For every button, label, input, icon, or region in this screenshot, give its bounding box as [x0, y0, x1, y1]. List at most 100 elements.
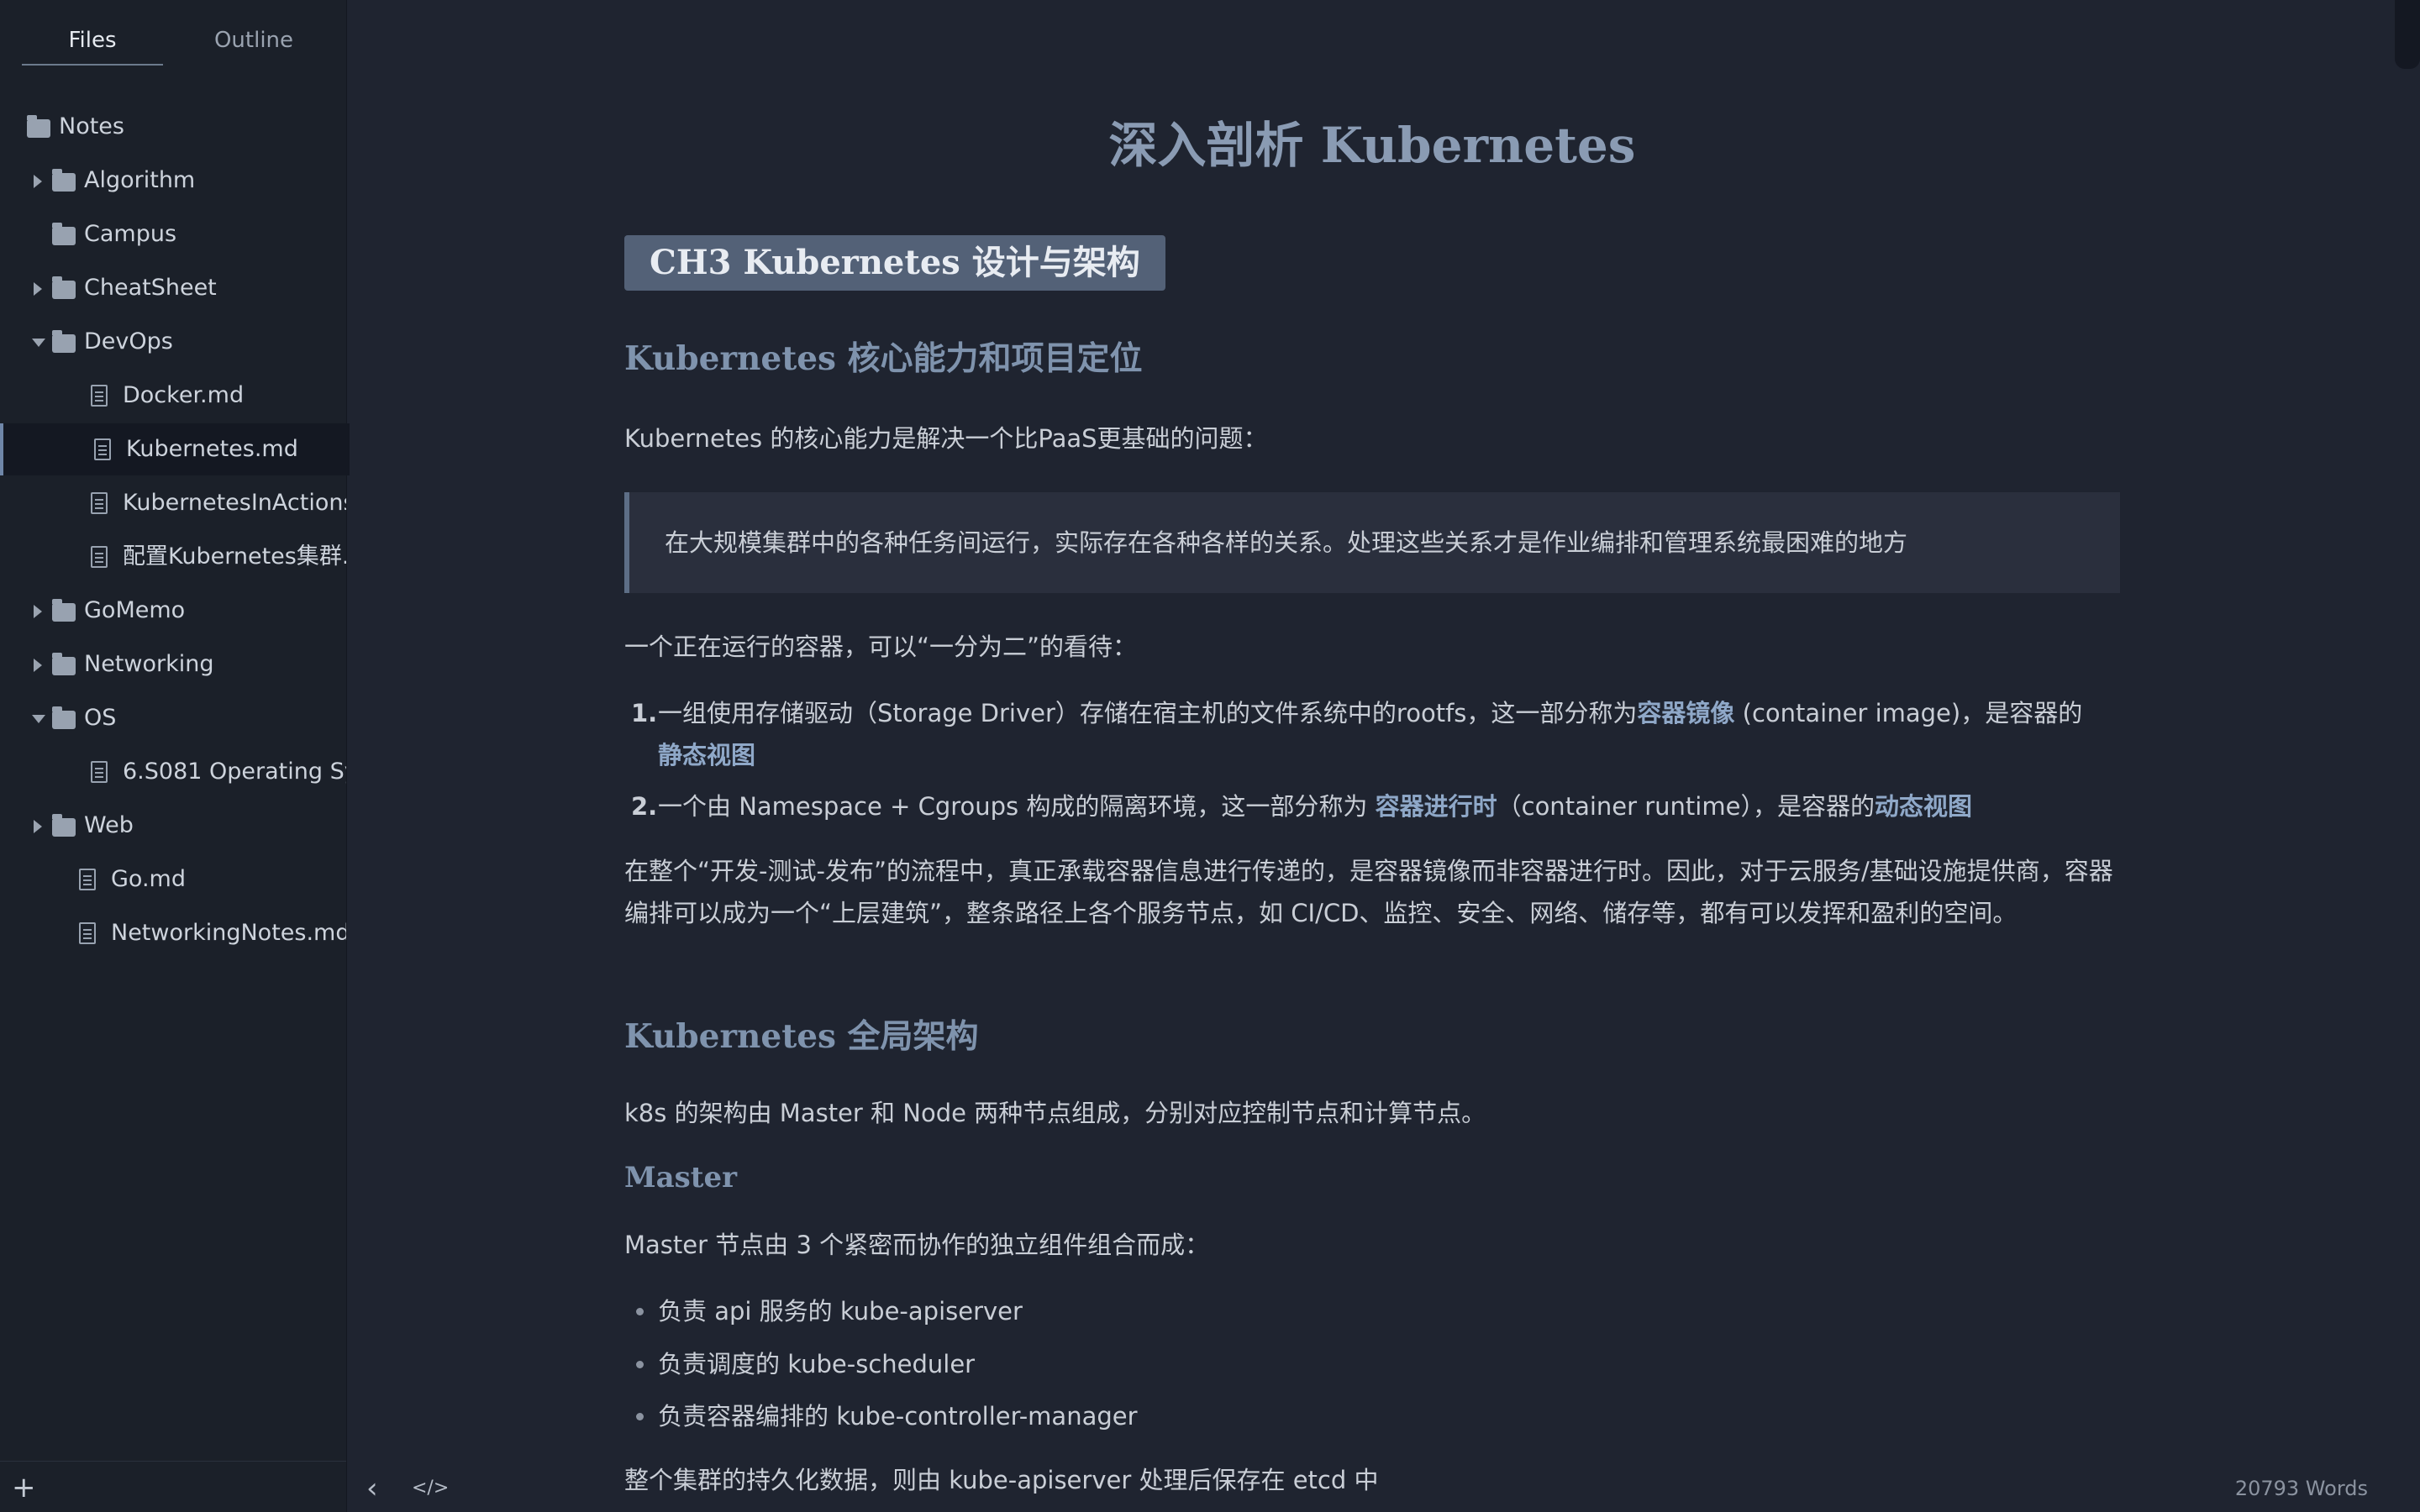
- list-item-text: 一个由 Namespace + Cgroups 构成的隔离环境，这一部分称为 容…: [658, 785, 2120, 827]
- heading-arch: Kubernetes 全局架构: [624, 1017, 979, 1056]
- highlight-dynamic-view: 动态视图: [1874, 792, 1972, 821]
- folder-item[interactable]: CheatSheet: [0, 262, 346, 314]
- file-icon: [91, 761, 108, 783]
- editor[interactable]: 深入剖析 Kubernetes CH3 Kubernetes 设计与架构 Kub…: [347, 0, 2420, 1512]
- tree-item-label: KubernetesInActions.md: [123, 490, 346, 516]
- paragraph-flow: 在整个“开发-测试-发布”的流程中，真正承载容器信息进行传递的，是容器镜像而非容…: [624, 857, 2113, 927]
- folder-item[interactable]: GoMemo: [0, 585, 346, 637]
- heading-ch3: CH3 Kubernetes 设计与架构: [624, 235, 1165, 291]
- list-item-text: 负责容器编排的 kube-controller-manager: [658, 1402, 1138, 1431]
- folder-icon: [52, 706, 76, 729]
- file-item[interactable]: Kubernetes.md: [0, 423, 350, 475]
- document-title: 深入剖析 Kubernetes: [1108, 117, 1636, 174]
- sidebar-footer: +: [0, 1461, 346, 1512]
- folder-icon: [52, 653, 76, 675]
- bullet: [636, 1308, 644, 1315]
- tree-item-label: Docker.md: [123, 382, 245, 408]
- tree-item-label: CheatSheet: [84, 275, 217, 301]
- list-item-text: 一组使用存储驱动（Storage Driver）存储在宿主机的文件系统中的roo…: [658, 692, 2120, 776]
- list-item-text: 负责调度的 kube-scheduler: [658, 1350, 976, 1378]
- file-item[interactable]: 配置Kubernetes集群.md: [0, 531, 346, 583]
- list-number: 1.: [631, 699, 658, 727]
- file-item[interactable]: NetworkingNotes.md: [0, 907, 346, 959]
- tree-item-label: Networking: [84, 651, 214, 677]
- folder-item[interactable]: OS: [0, 692, 346, 744]
- blockquote: 在大规模集群中的各种任务间运行，实际存在各种各样的关系。处理这些关系才是作业编排…: [624, 492, 2120, 593]
- folder-icon: [52, 169, 76, 192]
- word-count[interactable]: 20793 Words: [2235, 1473, 2368, 1504]
- tree-item-label: 配置Kubernetes集群.md: [123, 543, 346, 570]
- file-icon: [91, 492, 108, 514]
- list-item: 负责容器编排的 kube-controller-manager: [624, 1395, 1138, 1437]
- paragraph-etcd: 整个集群的持久化数据，则由 kube-apiserver 处理后保存在 etcd…: [624, 1466, 1379, 1494]
- folder-item[interactable]: DevOps: [0, 316, 346, 368]
- folder-icon: [52, 330, 76, 353]
- highlight-static-view: 静态视图: [658, 741, 756, 769]
- tree-item-label: GoMemo: [84, 597, 186, 623]
- file-item[interactable]: KubernetesInActions.md: [0, 477, 346, 529]
- paragraph-arch: k8s 的架构由 Master 和 Node 两种节点组成，分别对应控制节点和计…: [624, 1099, 1486, 1127]
- chevron-right-icon[interactable]: [34, 820, 42, 833]
- folder-icon: [52, 814, 76, 837]
- sidebar: Files Outline Notes Algorithm Campus CheatS…: [0, 0, 350, 1512]
- tree-item-label: Go.md: [111, 866, 186, 892]
- list-item-text-pre: 一个由 Namespace + Cgroups 构成的隔离环境，这一部分称为: [658, 792, 1376, 821]
- list-item-text-mid: （container runtime），是容器的: [1497, 792, 1875, 821]
- folder-item[interactable]: Campus: [0, 208, 346, 260]
- file-item[interactable]: Go.md: [0, 853, 346, 906]
- tree-item-label: Web: [84, 812, 134, 838]
- paragraph-container: 一个正在运行的容器，可以“一分为二”的看待：: [624, 633, 1138, 661]
- sidebar-tabs: Files Outline: [0, 0, 346, 67]
- file-icon: [79, 922, 96, 944]
- file-item[interactable]: 6.S081 Operating System: [0, 746, 346, 798]
- heading-master: Master: [624, 1161, 738, 1194]
- list-item-text: 负责 api 服务的 kube-apiserver: [658, 1297, 1023, 1326]
- paragraph-master: Master 节点由 3 个紧密而协作的独立组件组合而成：: [624, 1231, 1210, 1259]
- folder-icon: [52, 276, 76, 299]
- list-item: 负责 api 服务的 kube-apiserver: [624, 1290, 1023, 1332]
- tree-item-label: Campus: [84, 221, 177, 247]
- folder-item[interactable]: Web: [0, 800, 346, 852]
- folder-item[interactable]: Networking: [0, 638, 346, 690]
- chevron-right-icon[interactable]: [34, 659, 42, 672]
- file-icon: [91, 546, 108, 568]
- tree-item-label: NetworkingNotes.md: [111, 920, 346, 946]
- folder-icon: [27, 115, 50, 138]
- chevron-left-icon[interactable]: ‹: [366, 1472, 378, 1505]
- highlight-container-image: 容器镜像: [1637, 699, 1735, 727]
- tree-item-label: DevOps: [84, 328, 173, 354]
- code-icon[interactable]: </>: [412, 1472, 449, 1505]
- list-item-text-mid: (container image)，是容器的: [1734, 699, 2083, 727]
- file-icon: [91, 385, 108, 407]
- list-number: 2.: [631, 792, 658, 821]
- folder-item[interactable]: Notes: [0, 101, 346, 153]
- highlight-container-runtime: 容器进行时: [1375, 792, 1497, 821]
- list-item: 负责调度的 kube-scheduler: [624, 1343, 975, 1385]
- chevron-down-icon[interactable]: [32, 339, 45, 347]
- tree-item-label: 6.S081 Operating System: [123, 759, 346, 785]
- tab-files[interactable]: Files: [22, 24, 163, 66]
- bullet: [636, 1361, 644, 1368]
- heading-core: Kubernetes 核心能力和项目定位: [624, 339, 1143, 378]
- chevron-down-icon[interactable]: [32, 715, 45, 723]
- bullet: [636, 1413, 644, 1420]
- list-item-text-pre: 一组使用存储驱动（Storage Driver）存储在宿主机的文件系统中的roo…: [658, 699, 1638, 727]
- file-item[interactable]: Docker.md: [0, 370, 346, 422]
- tree-item-label: Notes: [59, 113, 124, 139]
- chevron-right-icon[interactable]: [34, 282, 42, 296]
- folder-icon: [52, 599, 76, 622]
- chevron-right-icon[interactable]: [34, 175, 42, 188]
- list-item: 2. 一个由 Namespace + Cgroups 构成的隔离环境，这一部分称…: [624, 785, 2120, 827]
- paragraph-core: Kubernetes 的核心能力是解决一个比PaaS更基础的问题：: [624, 424, 1268, 453]
- tab-outline[interactable]: Outline: [183, 24, 324, 64]
- tree-item-label: Kubernetes.md: [126, 436, 298, 462]
- folder-icon: [52, 223, 76, 245]
- file-icon: [94, 438, 111, 460]
- folder-item[interactable]: Algorithm: [0, 155, 346, 207]
- tree-item-label: Algorithm: [84, 167, 196, 193]
- tree-item-label: OS: [84, 705, 117, 731]
- chevron-right-icon[interactable]: [34, 605, 42, 618]
- plus-icon[interactable]: +: [12, 1473, 36, 1502]
- file-icon: [79, 869, 96, 890]
- scrollbar-thumb[interactable]: [2395, 0, 2420, 69]
